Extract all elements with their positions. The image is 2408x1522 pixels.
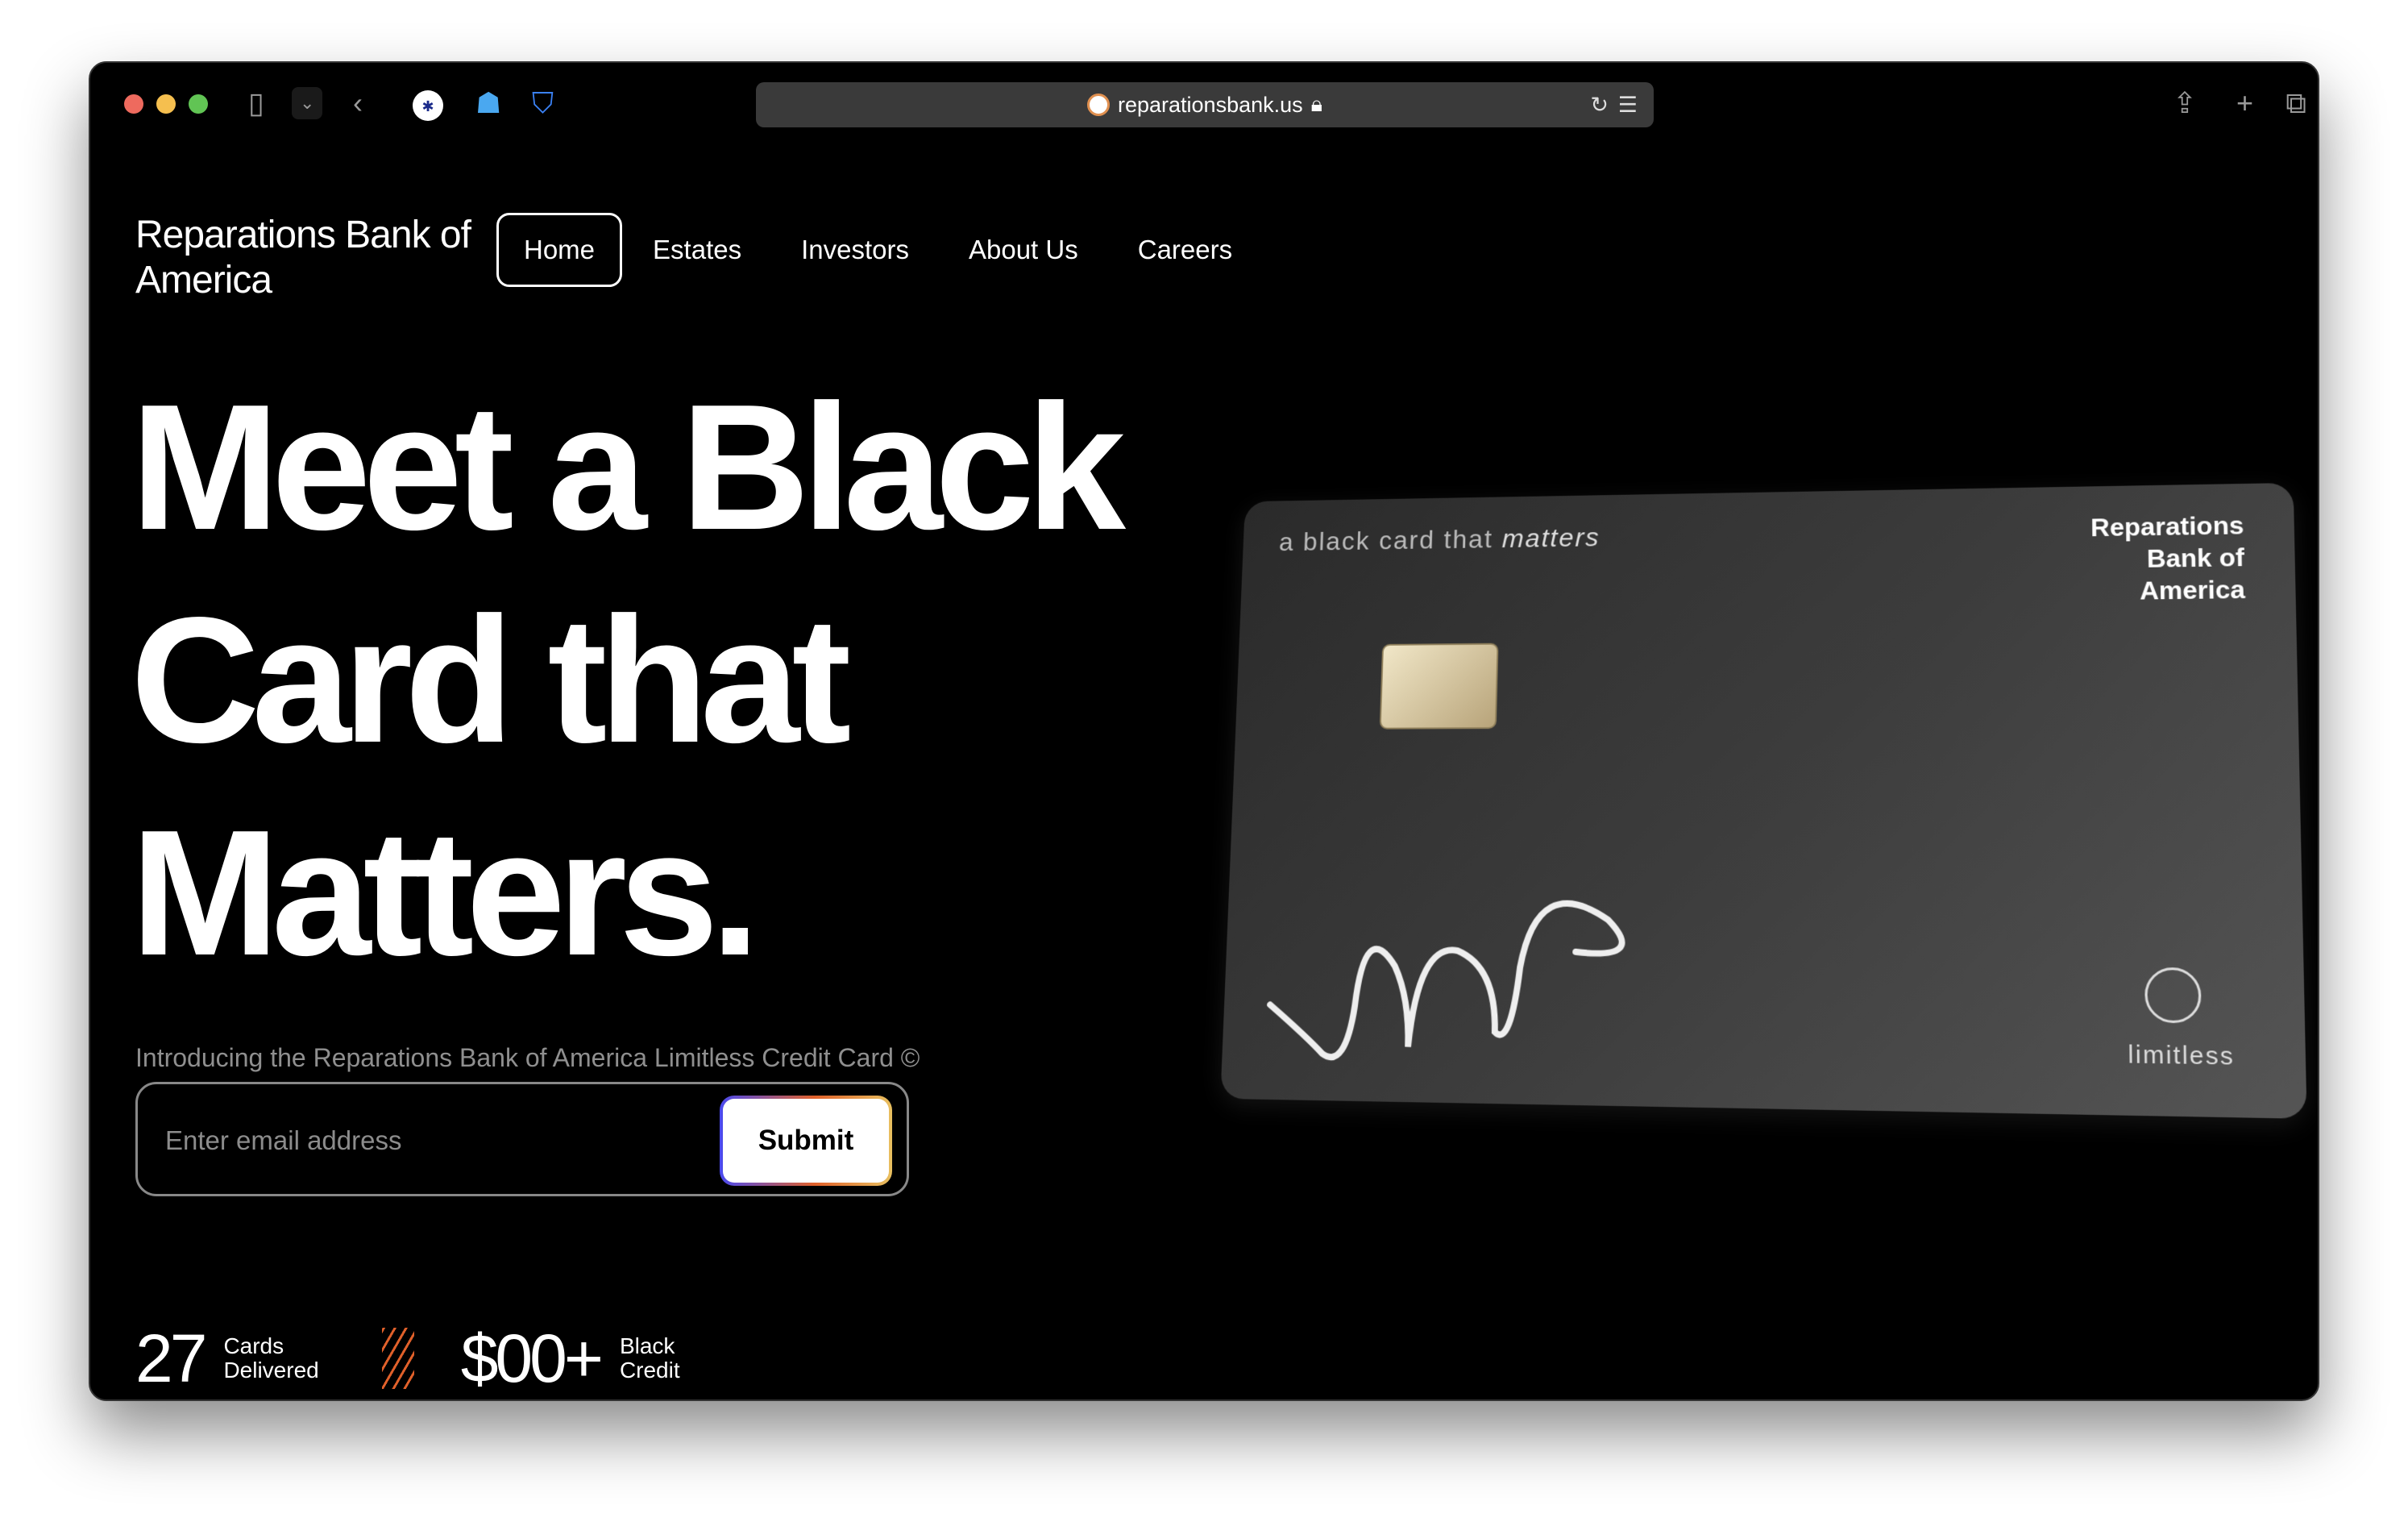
- reader-icon[interactable]: ☰: [1618, 93, 1638, 118]
- main-nav: Home Estates Investors About Us Careers: [496, 213, 1263, 287]
- card-brand: Reparations Bank of America: [2090, 509, 2245, 608]
- black-card-image: a black card that matters Reparations Ban…: [1220, 483, 2306, 1119]
- back-icon[interactable]: ‹: [353, 87, 363, 119]
- black-credit-value: $00+: [461, 1322, 600, 1395]
- nav-investors[interactable]: Investors: [772, 213, 938, 287]
- hero-subtitle: Introducing the Reparations Bank of Amer…: [135, 1043, 920, 1073]
- email-form: Submit: [135, 1082, 909, 1196]
- card-circle-icon: [2144, 967, 2202, 1024]
- card-limitless: limitless: [2128, 1041, 2235, 1071]
- black-credit-label: Black Credit: [620, 1334, 680, 1383]
- close-button[interactable]: [124, 94, 143, 114]
- cards-delivered-value: 27: [135, 1322, 204, 1395]
- headline-line: Meet a Black: [131, 361, 1118, 574]
- tabs-overview-icon[interactable]: ⧉: [2286, 87, 2306, 119]
- browser-toolbar: ▯ ⌄ ‹ ✱ ☗ ⛉ reparationsbank.us 🔒︎ ↻ ☰ ⇪ …: [90, 63, 2318, 148]
- nav-estates[interactable]: Estates: [624, 213, 770, 287]
- zoom-button[interactable]: [189, 94, 208, 114]
- card-tagline: a black card that matters: [1278, 523, 1600, 558]
- address-bar[interactable]: reparationsbank.us 🔒︎ ↻ ☰: [756, 82, 1654, 127]
- url-text: reparationsbank.us: [1118, 93, 1303, 118]
- ghostery-icon[interactable]: ☗: [475, 87, 501, 119]
- extension-star-icon[interactable]: ✱: [413, 90, 443, 121]
- nav-careers[interactable]: Careers: [1109, 213, 1261, 287]
- sidebar-icon[interactable]: ▯: [248, 87, 264, 119]
- cards-delivered-label: Cards Delivered: [223, 1334, 318, 1383]
- email-input[interactable]: [165, 1117, 681, 1165]
- shield-icon[interactable]: ⛉: [532, 87, 554, 119]
- share-icon[interactable]: ⇪: [2173, 87, 2197, 119]
- site-logo[interactable]: Reparations Bank of America: [135, 213, 474, 303]
- submit-button[interactable]: Submit: [720, 1096, 892, 1186]
- nav-home[interactable]: Home: [496, 213, 622, 287]
- card-chip-icon: [1380, 643, 1499, 730]
- stats-row: 27 Cards Delivered $00+ Black Credit: [135, 1322, 680, 1395]
- site-favicon-icon: [1087, 94, 1110, 116]
- browser-window: ▯ ⌄ ‹ ✱ ☗ ⛉ reparationsbank.us 🔒︎ ↻ ☰ ⇪ …: [89, 61, 2319, 1401]
- headline-line: Matters.: [131, 787, 1118, 1000]
- reload-icon[interactable]: ↻: [1590, 93, 1609, 118]
- chevron-down-icon[interactable]: ⌄: [292, 87, 322, 119]
- headline-line: Card that: [131, 574, 1118, 787]
- nav-about-us[interactable]: About Us: [940, 213, 1107, 287]
- new-tab-icon[interactable]: +: [2236, 87, 2253, 119]
- submit-label: Submit: [723, 1099, 889, 1183]
- minimize-button[interactable]: [156, 94, 176, 114]
- hero-headline: Meet a Black Card that Matters.: [131, 361, 1118, 1000]
- divider-hatch: [382, 1328, 414, 1389]
- signature-icon: [1260, 870, 1641, 1083]
- lock-icon: 🔒︎: [1311, 92, 1322, 118]
